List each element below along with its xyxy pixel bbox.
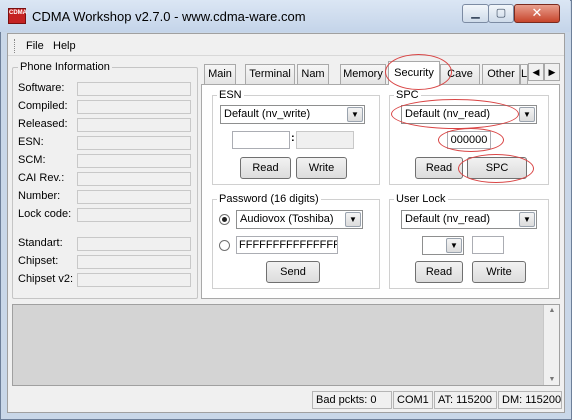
cai-rev-label: CAI Rev.: <box>18 172 65 184</box>
app-icon-text: CDMA <box>9 10 27 16</box>
status-bad-packets: Bad pckts: 0 <box>312 391 392 409</box>
esn-write-button[interactable]: Write <box>296 157 347 179</box>
tab-partial[interactable]: L <box>520 64 528 84</box>
tab-scroll-left-icon[interactable]: ◀ <box>528 63 544 81</box>
tab-terminal[interactable]: Terminal <box>245 64 295 84</box>
chipset-label: Chipset: <box>18 255 59 267</box>
esn-label: ESN: <box>18 136 44 148</box>
minimize-button[interactable]: ▁ <box>462 4 489 23</box>
esn-group-title: ESN <box>217 89 244 101</box>
esn-mode-value: Default (nv_write) <box>224 108 311 120</box>
number-field <box>77 190 191 204</box>
spc-read-button[interactable]: Read <box>415 157 463 179</box>
scm-label: SCM: <box>18 154 46 166</box>
chevron-down-icon[interactable]: ▼ <box>519 107 535 122</box>
chevron-down-icon[interactable]: ▼ <box>347 107 363 122</box>
password-send-button[interactable]: Send <box>266 261 320 283</box>
spc-send-button[interactable]: SPC <box>467 157 527 179</box>
log-output[interactable] <box>12 304 560 386</box>
lock-code-field <box>77 208 191 222</box>
password-group-title: Password (16 digits) <box>217 193 321 205</box>
chevron-down-icon[interactable]: ▼ <box>345 212 361 227</box>
status-at-baud: AT: 115200 <box>434 391 497 409</box>
esn-read-button[interactable]: Read <box>240 157 291 179</box>
log-scrollbar[interactable]: ▲ ▼ <box>543 305 559 385</box>
password-preset-radio[interactable] <box>219 214 230 225</box>
esn-part1-input[interactable] <box>232 131 290 149</box>
password-preset-select[interactable]: Audiovox (Toshiba) <box>236 210 363 229</box>
chevron-down-icon[interactable]: ▼ <box>446 238 462 253</box>
window-title: CDMA Workshop v2.7.0 - www.cdma-ware.com <box>32 9 306 24</box>
released-field <box>77 118 191 132</box>
tab-main[interactable]: Main <box>204 64 236 84</box>
scm-field <box>77 154 191 168</box>
compiled-field <box>77 100 191 114</box>
spc-mode-value: Default (nv_read) <box>405 108 490 120</box>
app-icon: CDMA <box>8 8 27 24</box>
chevron-down-icon[interactable]: ▼ <box>519 212 535 227</box>
released-label: Released: <box>18 118 68 130</box>
tab-nam[interactable]: Nam <box>297 64 329 84</box>
user-lock-code-input[interactable] <box>472 236 504 254</box>
tab-security[interactable]: Security <box>388 61 440 85</box>
menu-file[interactable]: File <box>26 40 44 52</box>
password-custom-input[interactable]: FFFFFFFFFFFFFFFF <box>236 236 338 254</box>
user-lock-mode-select[interactable]: Default (nv_read) <box>401 210 537 229</box>
tab-memory[interactable]: Memory <box>340 64 386 84</box>
maximize-button[interactable]: ▢ <box>488 4 514 23</box>
password-preset-value: Audiovox (Toshiba) <box>240 213 334 225</box>
spc-group-title: SPC <box>394 89 421 101</box>
chipset-field <box>77 255 191 269</box>
user-lock-read-button[interactable]: Read <box>415 261 463 283</box>
user-lock-mode-value: Default (nv_read) <box>405 213 490 225</box>
password-custom-radio[interactable] <box>219 240 230 251</box>
status-dm-baud: DM: 115200 <box>498 391 562 409</box>
standart-label: Standart: <box>18 237 63 249</box>
tab-other[interactable]: Other <box>482 64 520 84</box>
close-button[interactable]: ✕ <box>514 4 560 23</box>
user-lock-group-title: User Lock <box>394 193 448 205</box>
chipset-v2-label: Chipset v2: <box>18 273 74 285</box>
software-field <box>77 82 191 96</box>
compiled-label: Compiled: <box>18 100 68 112</box>
software-label: Software: <box>18 82 65 94</box>
menu-help[interactable]: Help <box>53 40 76 52</box>
phone-info-title: Phone Information <box>18 61 112 73</box>
spc-mode-select[interactable]: Default (nv_read) <box>401 105 537 124</box>
tab-scroll-right-icon[interactable]: ▶ <box>544 63 560 81</box>
menu-bar <box>8 34 564 56</box>
esn-separator: : <box>291 132 295 144</box>
lock-code-label: Lock code: <box>18 208 72 220</box>
scroll-up-icon[interactable]: ▲ <box>544 307 560 314</box>
chipset-v2-field <box>77 273 191 287</box>
esn-info-field <box>77 136 191 150</box>
number-label: Number: <box>18 190 61 202</box>
cai-rev-field <box>77 172 191 186</box>
status-port: COM1 <box>393 391 433 409</box>
standart-field <box>77 237 191 251</box>
user-lock-write-button[interactable]: Write <box>472 261 526 283</box>
esn-mode-select[interactable]: Default (nv_write) <box>220 105 365 124</box>
menu-grip <box>14 39 16 53</box>
esn-part2-input[interactable] <box>296 131 354 149</box>
spc-code-input[interactable]: 000000 <box>447 131 491 149</box>
tab-cave[interactable]: Cave <box>440 64 480 84</box>
scroll-down-icon[interactable]: ▼ <box>544 376 560 383</box>
